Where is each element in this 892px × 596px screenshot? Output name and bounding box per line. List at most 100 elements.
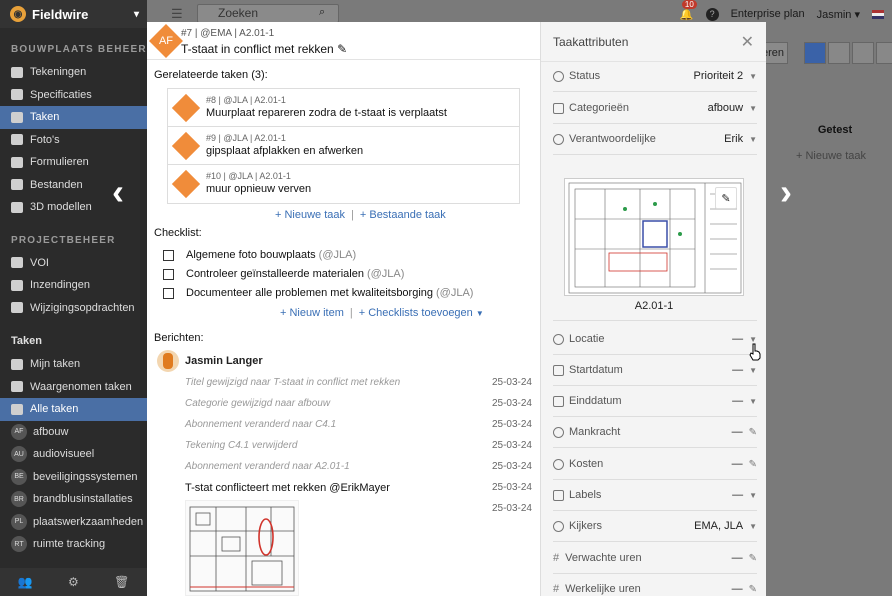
plan-name: A2.01-1	[634, 300, 674, 312]
sidebar-item-category[interactable]: AF afbouw	[0, 421, 147, 444]
divider	[553, 573, 757, 574]
avatar	[157, 350, 179, 372]
start-date-field[interactable]: Startdatum — ▼	[553, 360, 757, 380]
people-icon	[553, 426, 564, 438]
task-detail: AF #7 | @EMA | A2.01-1 T-staat in confli…	[147, 22, 540, 596]
sidebar-item-category[interactable]: PL plaatswerkzaamheden	[0, 511, 147, 534]
caret-down-icon: ▼	[749, 396, 757, 406]
sidebar-item-change-orders[interactable]: Wijzigingsopdrachten	[0, 297, 147, 320]
sidebar-item-photos[interactable]: Foto's	[0, 129, 147, 152]
user-menu[interactable]: Jasmin ▾	[817, 8, 860, 21]
list-item[interactable]: #10 | @JLA | A2.01-1 muur opnieuw verven	[168, 165, 519, 203]
divider	[553, 354, 757, 355]
sidebar-item-forms[interactable]: Formulieren	[0, 151, 147, 174]
sidebar-item-specs[interactable]: Specificaties	[0, 84, 147, 107]
sidebar-item-rfi[interactable]: VOI	[0, 252, 147, 275]
related-meta: #10 | @JLA | A2.01-1	[206, 171, 291, 181]
chevron-right-icon[interactable]: ›	[780, 174, 802, 210]
section-title: PROJECTBEHEER	[11, 234, 116, 246]
menu-icon[interactable]: ☰	[171, 6, 183, 22]
cube-icon	[11, 201, 23, 213]
change-order-icon	[11, 302, 23, 314]
sidebar-item-category[interactable]: BR brandblusinstallaties	[0, 488, 147, 511]
chevron-down-icon[interactable]: ▾	[134, 9, 139, 20]
message-photo[interactable]	[185, 500, 299, 596]
manpower-field[interactable]: Mankracht — ✎	[553, 422, 757, 442]
checklist-item[interactable]: Algemene foto bouwplaats (@JLA)	[163, 246, 356, 264]
dollar-icon	[553, 458, 564, 470]
gear-icon[interactable]: ⚙	[68, 575, 79, 589]
hash-icon: #	[553, 552, 560, 564]
search-input[interactable]: Zoeken	[197, 4, 339, 23]
bell-icon[interactable]: 🔔 10	[680, 0, 697, 21]
user-icon	[553, 133, 564, 145]
forms-icon	[11, 156, 23, 168]
rfi-icon	[11, 257, 23, 269]
divider	[553, 385, 757, 386]
pencil-icon[interactable]: ✎	[337, 42, 347, 56]
task-diamond-icon	[171, 93, 201, 123]
owner-field[interactable]: Verantwoordelijke Erik ▼	[553, 129, 757, 149]
status-field[interactable]: Status Prioriteit 2 ▼	[553, 66, 757, 86]
people-icon[interactable]: 👥	[18, 575, 33, 589]
activity-date: 25-03-24	[491, 377, 532, 388]
activity-text: Abonnement veranderd naar A2.01-1	[185, 461, 350, 472]
sidebar-item-plans[interactable]: Tekeningen	[0, 61, 147, 84]
avatar: BR	[11, 491, 27, 508]
sidebar-item-watched[interactable]: Waargenomen taken	[0, 376, 147, 399]
brand-header[interactable]: ◉ Fieldwire ▾	[0, 0, 147, 28]
labels-field[interactable]: Labels — ▼	[553, 485, 757, 505]
checklist-item[interactable]: Documenteer alle problemen met kwaliteit…	[163, 284, 473, 302]
pencil-icon: ✎	[748, 458, 757, 470]
sidebar-item-my-tasks[interactable]: Mijn taken	[0, 353, 147, 376]
list-item[interactable]: #8 | @JLA | A2.01-1 Muurplaat repareren …	[168, 89, 519, 127]
related-links: + Nieuwe taak | + Bestaande taak	[275, 209, 446, 221]
plan-link[interactable]: Enterprise plan	[731, 8, 805, 20]
location-field[interactable]: Locatie — ▼	[553, 329, 757, 349]
avatar: RT	[11, 536, 27, 553]
list-icon	[11, 403, 23, 415]
message-author: Jasmin Langer	[185, 355, 263, 367]
list-item[interactable]: #9 | @JLA | A2.01-1 gipsplaat afplakken …	[168, 127, 519, 165]
end-date-field[interactable]: Einddatum — ▼	[553, 391, 757, 411]
related-tasks-list: #8 | @JLA | A2.01-1 Muurplaat repareren …	[167, 88, 520, 204]
costs-field[interactable]: Kosten — ✎	[553, 454, 757, 474]
sidebar-item-submittals[interactable]: Inzendingen	[0, 274, 147, 297]
task-header: AF #7 | @EMA | A2.01-1 T-staat in confli…	[147, 22, 540, 60]
calendar-icon	[828, 42, 850, 64]
sidebar-item-tasks[interactable]: Taken	[0, 106, 147, 129]
checkbox[interactable]	[163, 268, 174, 280]
watchers-field[interactable]: Kijkers EMA, JLA ▼	[553, 516, 757, 536]
gantt-icon	[852, 42, 874, 64]
flag-icon[interactable]	[872, 9, 884, 19]
brand-name: Fieldwire	[32, 6, 89, 22]
checkbox[interactable]	[163, 287, 174, 299]
trash-icon[interactable]: 🗑	[114, 575, 129, 589]
search-icon[interactable]: ⌕	[319, 6, 325, 19]
sidebar-item-all-tasks[interactable]: Alle taken	[0, 398, 147, 421]
task-title[interactable]: T-staat in conflict met rekken ✎	[181, 42, 347, 56]
checklist-item[interactable]: Controleer geïnstalleerde materialen (@JL…	[163, 265, 404, 283]
actual-hours-field[interactable]: # Werkelijke uren — ✎	[553, 579, 757, 596]
expected-hours-field[interactable]: # Verwachte uren — ✎	[553, 548, 757, 568]
plan-thumbnail[interactable]: ✎	[564, 178, 744, 296]
grid-icon	[553, 102, 564, 114]
checkbox[interactable]	[163, 249, 174, 261]
chevron-left-icon[interactable]: ‹	[112, 174, 134, 210]
categories-field[interactable]: Categorieën afbouw ▼	[553, 98, 757, 118]
sidebar-item-category[interactable]: BE beveiligingssystemen	[0, 466, 147, 489]
sidebar-item-category[interactable]: RT ruimte tracking	[0, 533, 147, 556]
activity-date: 25-03-24	[491, 461, 532, 472]
add-checklists-link[interactable]: + Checklists toevoegen ▼	[359, 307, 484, 319]
new-task-link[interactable]: + Nieuwe taak	[275, 209, 345, 221]
task-modal: AF #7 | @EMA | A2.01-1 T-staat in confli…	[147, 22, 766, 596]
existing-task-link[interactable]: + Bestaande taak	[360, 209, 446, 221]
help-icon[interactable]: ?	[705, 7, 719, 21]
new-item-link[interactable]: + Nieuw item	[280, 307, 344, 319]
close-icon[interactable]: ✕	[741, 32, 754, 52]
caret-down-icon: ▼	[749, 490, 757, 500]
pencil-icon: ✎	[748, 583, 757, 595]
photo-drawing	[189, 506, 295, 592]
sidebar-item-category[interactable]: AU audiovisueel	[0, 443, 147, 466]
pencil-icon[interactable]: ✎	[715, 187, 737, 209]
